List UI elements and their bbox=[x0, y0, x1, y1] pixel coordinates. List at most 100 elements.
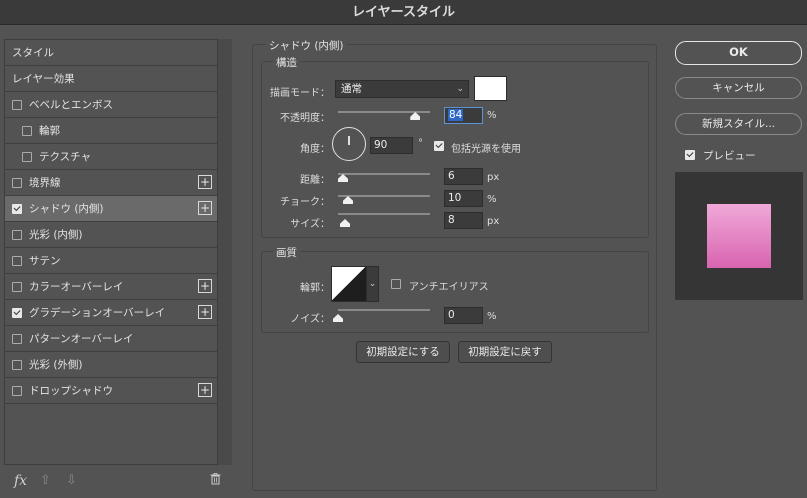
style-list-item[interactable]: カラーオーバーレイ + bbox=[5, 274, 217, 300]
distance-label: 距離： bbox=[300, 175, 330, 186]
distance-input[interactable]: 6 bbox=[444, 168, 483, 185]
style-list-item[interactable]: テクスチャ bbox=[5, 144, 217, 170]
style-item-checkbox[interactable] bbox=[12, 177, 22, 188]
size-label: サイズ： bbox=[290, 219, 330, 230]
noise-value: 0 bbox=[448, 309, 455, 321]
style-list-header[interactable]: スタイル bbox=[5, 40, 217, 66]
style-item-label: 光彩 (外側) bbox=[29, 359, 83, 371]
style-list-item[interactable]: レイヤー効果 bbox=[5, 66, 217, 92]
style-list-item[interactable]: ドロップシャドウ + bbox=[5, 378, 217, 404]
contour-label: 輪郭： bbox=[300, 283, 330, 294]
noise-slider-track[interactable] bbox=[338, 309, 430, 311]
style-item-label: ドロップシャドウ bbox=[29, 385, 113, 397]
anti-alias-label: アンチエイリアス bbox=[409, 282, 489, 293]
style-item-label: ベベルとエンボス bbox=[29, 99, 113, 111]
trash-icon[interactable] bbox=[210, 473, 221, 489]
opacity-value: 84 bbox=[448, 109, 464, 121]
global-light-label: 包括光源を使用 bbox=[451, 144, 521, 155]
window-title: レイヤースタイル bbox=[0, 0, 807, 25]
choke-input[interactable]: 10 bbox=[444, 190, 483, 207]
panel-title: シャドウ (内側) bbox=[266, 38, 347, 53]
size-value: 8 bbox=[448, 214, 455, 226]
style-item-checkbox[interactable] bbox=[12, 229, 22, 240]
contour-picker[interactable] bbox=[331, 266, 367, 302]
style-item-checkbox[interactable] bbox=[12, 359, 22, 370]
style-list-item[interactable]: 輪郭 bbox=[5, 118, 217, 144]
size-slider-track[interactable] bbox=[338, 213, 430, 215]
style-item-checkbox[interactable] bbox=[22, 125, 32, 136]
style-item-checkbox[interactable] bbox=[12, 203, 22, 214]
style-item-checkbox[interactable] bbox=[22, 151, 32, 162]
add-effect-icon[interactable]: + bbox=[198, 201, 212, 215]
noise-label: ノイズ： bbox=[290, 314, 330, 325]
contour-curve-icon bbox=[331, 266, 367, 302]
style-item-checkbox[interactable] bbox=[12, 333, 22, 344]
style-list-item[interactable]: シャドウ (内側) + bbox=[5, 196, 217, 222]
new-style-button[interactable]: 新規スタイル... bbox=[675, 113, 802, 135]
make-default-button[interactable]: 初期設定にする bbox=[356, 341, 450, 363]
style-item-checkbox[interactable] bbox=[12, 385, 22, 396]
reset-default-button[interactable]: 初期設定に戻す bbox=[458, 341, 552, 363]
style-list-header-label: スタイル bbox=[12, 47, 54, 59]
choke-slider-track[interactable] bbox=[338, 195, 430, 197]
choke-label: チョーク： bbox=[280, 197, 330, 208]
style-item-checkbox[interactable] bbox=[12, 307, 22, 318]
chevron-down-icon: ⌄ bbox=[368, 279, 377, 289]
angle-value: 90 bbox=[374, 139, 388, 151]
style-list-toolbar: fx ⇧ ⇩ bbox=[4, 467, 232, 495]
add-effect-icon[interactable]: + bbox=[198, 305, 212, 319]
style-item-label: 光彩 (内側) bbox=[29, 229, 83, 241]
style-item-label: レイヤー効果 bbox=[12, 73, 75, 85]
fx-icon[interactable]: fx bbox=[14, 473, 27, 489]
size-input[interactable]: 8 bbox=[444, 212, 483, 229]
move-down-icon[interactable]: ⇩ bbox=[66, 473, 77, 488]
style-list-scrollbar[interactable] bbox=[218, 39, 232, 465]
opacity-input[interactable]: 84 bbox=[444, 107, 483, 124]
quality-legend: 画質 bbox=[273, 245, 300, 260]
style-list-item[interactable]: ベベルとエンボス bbox=[5, 92, 217, 118]
move-up-icon[interactable]: ⇧ bbox=[40, 473, 51, 488]
add-effect-icon[interactable]: + bbox=[198, 383, 212, 397]
add-effect-icon[interactable]: + bbox=[198, 279, 212, 293]
choke-value: 10 bbox=[448, 192, 462, 204]
style-list-item[interactable]: 境界線 + bbox=[5, 170, 217, 196]
style-item-checkbox[interactable] bbox=[12, 255, 22, 266]
opacity-label: 不透明度： bbox=[280, 113, 330, 124]
noise-input[interactable]: 0 bbox=[444, 307, 483, 324]
angle-input[interactable]: 90 bbox=[370, 137, 413, 154]
blend-mode-value: 通常 bbox=[341, 83, 362, 95]
angle-dial[interactable] bbox=[332, 127, 366, 161]
style-item-label: 境界線 bbox=[29, 177, 61, 189]
style-list-item[interactable]: サテン bbox=[5, 248, 217, 274]
angle-dial-needle bbox=[348, 136, 350, 145]
blend-mode-label: 描画モード： bbox=[270, 88, 330, 99]
blend-mode-select[interactable]: 通常 ⌄ bbox=[335, 80, 469, 98]
shadow-color-swatch[interactable] bbox=[474, 76, 507, 101]
style-list-item[interactable]: 光彩 (内側) bbox=[5, 222, 217, 248]
opacity-slider-track[interactable] bbox=[338, 111, 430, 113]
distance-slider-track[interactable] bbox=[338, 173, 430, 175]
style-item-label: 輪郭 bbox=[39, 125, 60, 137]
size-unit: px bbox=[487, 216, 500, 227]
opacity-unit: % bbox=[487, 110, 497, 121]
angle-unit: ° bbox=[418, 138, 423, 149]
add-effect-icon[interactable]: + bbox=[198, 175, 212, 189]
style-item-checkbox[interactable] bbox=[12, 281, 22, 292]
distance-unit: px bbox=[487, 172, 500, 183]
style-item-label: サテン bbox=[29, 255, 61, 267]
ok-button[interactable]: OK bbox=[675, 41, 802, 65]
preview-swatch bbox=[707, 204, 771, 268]
anti-alias-checkbox[interactable] bbox=[391, 279, 401, 289]
style-list-item[interactable]: 光彩 (外側) bbox=[5, 352, 217, 378]
global-light-checkbox[interactable] bbox=[434, 141, 444, 151]
cancel-button[interactable]: キャンセル bbox=[675, 77, 802, 99]
style-item-label: シャドウ (内側) bbox=[29, 203, 104, 215]
style-item-checkbox[interactable] bbox=[12, 99, 22, 110]
preview-checkbox[interactable] bbox=[685, 150, 695, 160]
style-item-label: パターンオーバーレイ bbox=[29, 333, 134, 345]
style-preview bbox=[675, 172, 803, 300]
style-list-item[interactable]: パターンオーバーレイ bbox=[5, 326, 217, 352]
angle-label: 角度： bbox=[300, 144, 330, 155]
contour-dropdown-button[interactable]: ⌄ bbox=[366, 266, 379, 302]
style-list-item[interactable]: グラデーションオーバーレイ + bbox=[5, 300, 217, 326]
